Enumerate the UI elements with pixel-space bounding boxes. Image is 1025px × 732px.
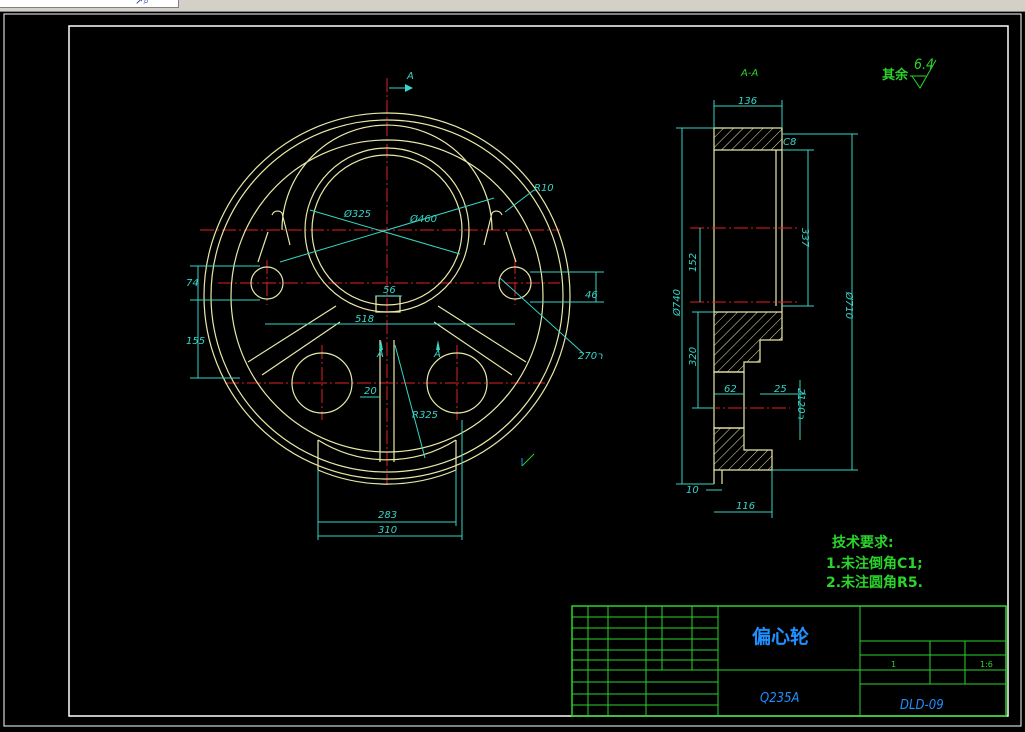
roughness-symbol: 其余 6.4 — [882, 57, 937, 89]
dim-hole-2x70: 2ר70 — [578, 351, 603, 362]
scale: 1:6 — [980, 660, 993, 669]
ucs-icon — [521, 453, 535, 467]
dim-56: 56 — [383, 285, 396, 296]
dim-337: 337 — [799, 228, 810, 248]
section-title: A-A — [740, 68, 758, 79]
dim-152: 152 — [688, 253, 699, 272]
quantity: 1 — [891, 660, 896, 669]
dim-116: 116 — [736, 501, 755, 512]
roughness-value: 6.4 — [914, 57, 934, 73]
section-mark-right: A — [433, 349, 441, 360]
inner-frame — [68, 25, 1009, 717]
part-name: 偏心轮 — [752, 625, 809, 648]
dim-310: 310 — [378, 525, 397, 536]
section-hatch — [713, 127, 783, 471]
dim-46: 46 — [585, 290, 598, 301]
section-view: A-A 136 C8 337 152 Ø740 Ø710 320 62 25 2… — [671, 68, 858, 518]
roughness-label: 其余 — [882, 67, 909, 83]
dim-62: 62 — [724, 384, 737, 395]
dim-r10: R10 — [534, 183, 554, 194]
dim-518: 518 — [355, 314, 374, 325]
dim-25: 25 — [774, 384, 787, 395]
front-view: A A A Ø325 Ø460 R10 74 155 46 56 518 2ר7… — [186, 71, 604, 540]
dim-d710: Ø710 — [843, 291, 855, 319]
title-block: 偏心轮 Q235A DLD-09 1 1:6 — [571, 605, 1007, 717]
command-field[interactable] — [0, 0, 179, 8]
note-2: 2.未注圆角R5. — [826, 574, 923, 591]
dim-136: 136 — [738, 96, 757, 107]
notes-title: 技术要求: — [832, 534, 894, 551]
toolbar-icons[interactable]: ↗⌕ — [135, 0, 149, 7]
technical-notes: 技术要求: 1.未注倒角C1; 2.未注圆角R5. — [826, 534, 923, 591]
section-mark-top: A — [406, 71, 414, 82]
drawing-number: DLD-09 — [900, 698, 944, 713]
dim-283: 283 — [378, 510, 397, 521]
dim-r325: R325 — [412, 410, 438, 421]
outer-frame — [3, 13, 1022, 727]
dim-c8: C8 — [783, 137, 796, 148]
section-mark-left: A — [376, 349, 384, 360]
drawing-canvas[interactable]: A A A Ø325 Ø460 R10 74 155 46 56 518 2ר7… — [0, 11, 1025, 728]
dim-d460: Ø460 — [409, 213, 437, 225]
dim-320: 320 — [688, 347, 699, 366]
dim-d740: Ø740 — [671, 289, 683, 317]
dim-d325: Ø325 — [343, 208, 371, 220]
dim-20: 20 — [364, 386, 377, 397]
dim-155: 155 — [186, 336, 205, 347]
note-1: 1.未注倒角C1; — [826, 555, 923, 572]
dim-74: 74 — [186, 278, 199, 289]
material: Q235A — [760, 691, 800, 706]
dim-10: 10 — [686, 485, 699, 496]
cad-drawing: A A A Ø325 Ø460 R10 74 155 46 56 518 2ר7… — [3, 13, 1022, 727]
dim-holes-120: 2ר120 — [795, 388, 806, 419]
